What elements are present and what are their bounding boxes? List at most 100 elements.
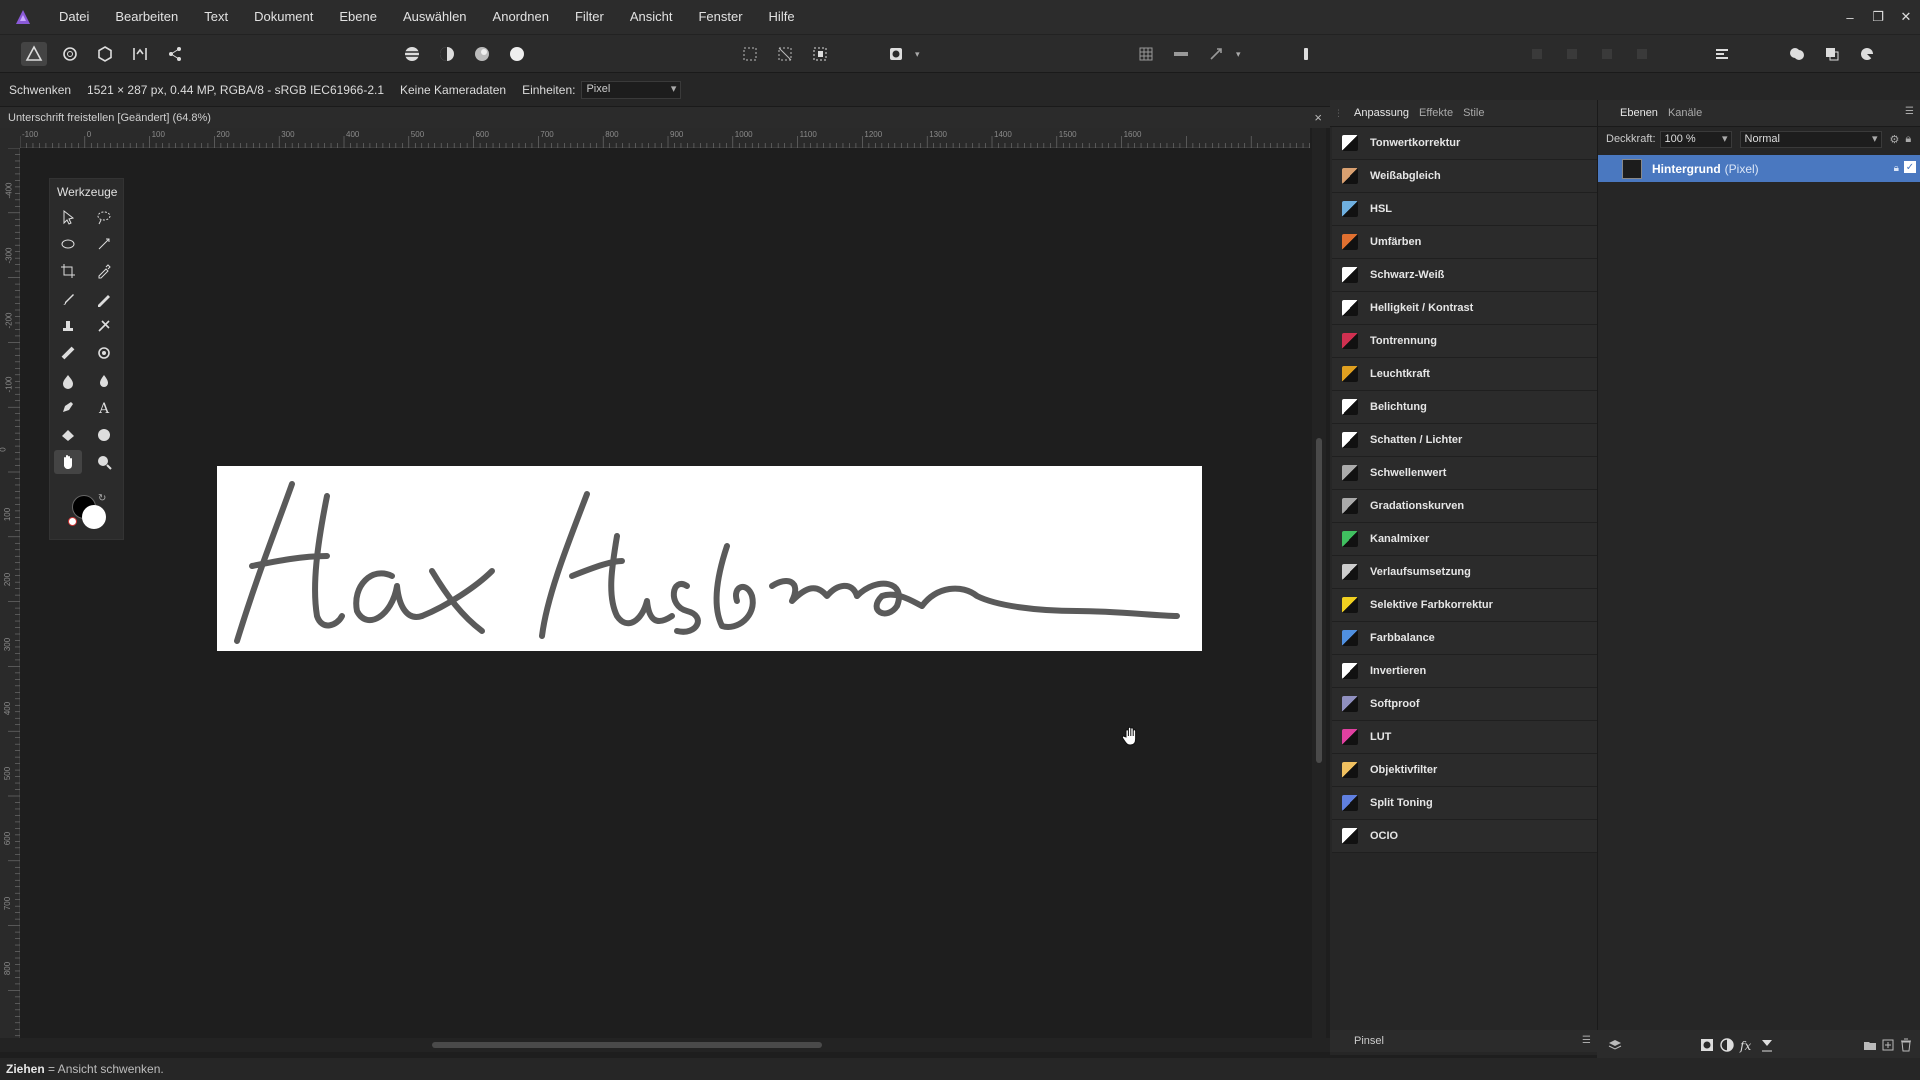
adjustment-item[interactable]: Tonwertkorrektur	[1332, 127, 1597, 160]
pixel-tool-icon[interactable]	[90, 287, 118, 311]
adjustment-item[interactable]: Objektivfilter	[1332, 754, 1597, 787]
red-eye-tool-icon[interactable]	[90, 341, 118, 365]
shape-tool-icon[interactable]	[90, 423, 118, 447]
adjustment-item[interactable]: Belichtung	[1332, 391, 1597, 424]
tab-styles[interactable]: Stile	[1463, 107, 1484, 119]
layer-stack-icon[interactable]	[1607, 1037, 1623, 1053]
fx-icon[interactable]: fx	[1739, 1037, 1755, 1053]
close-document-icon[interactable]: ×	[1314, 107, 1322, 129]
paint-brush-tool-icon[interactable]	[54, 287, 82, 311]
blur-brush-tool-icon[interactable]	[54, 369, 82, 393]
adjustment-item[interactable]: Kanalmixer	[1332, 523, 1597, 556]
export-persona-icon[interactable]	[162, 42, 188, 66]
units-select[interactable]: Pixel	[581, 80, 682, 99]
affinity-logo-icon[interactable]	[0, 0, 46, 34]
select-all-icon[interactable]	[737, 42, 763, 66]
brush-panel-bar[interactable]: Pinsel ☰	[1330, 1030, 1597, 1052]
auto-contrast-icon[interactable]	[434, 42, 460, 66]
restore-button[interactable]: ❐	[1864, 0, 1892, 34]
layer-lock-icon[interactable]: 🔒︎	[1894, 163, 1899, 174]
assistant-icon[interactable]	[1203, 42, 1229, 66]
auto-colors-icon[interactable]	[469, 42, 495, 66]
auto-levels-icon[interactable]	[399, 42, 425, 66]
menu-item-3[interactable]: Dokument	[241, 0, 326, 34]
opacity-field[interactable]: 100 %	[1659, 130, 1732, 148]
quick-mask-icon[interactable]	[883, 42, 909, 66]
delete-layer-icon[interactable]	[1898, 1037, 1914, 1053]
tab-layers[interactable]: Ebenen	[1620, 107, 1658, 119]
menu-item-5[interactable]: Auswählen	[390, 0, 480, 34]
group-layers-icon[interactable]	[1862, 1037, 1878, 1053]
adjustment-item[interactable]: LUT	[1332, 721, 1597, 754]
tone-mapping-persona-icon[interactable]	[127, 42, 153, 66]
align-icon[interactable]	[1709, 42, 1735, 66]
adjustment-item[interactable]: Schwellenwert	[1332, 457, 1597, 490]
color-swatches[interactable]: ↻	[68, 491, 114, 533]
adjustment-item[interactable]: Softproof	[1332, 688, 1597, 721]
vertical-scrollbar[interactable]	[1312, 128, 1326, 1038]
adjustment-item[interactable]: Leuchtkraft	[1332, 358, 1597, 391]
adjustment-item[interactable]: Gradationskurven	[1332, 490, 1597, 523]
context-help-icon[interactable]	[1293, 42, 1319, 66]
develop-persona-icon[interactable]	[92, 42, 118, 66]
boolean-add-icon[interactable]	[1784, 42, 1810, 66]
assistant-dropdown-icon[interactable]: ▾	[1236, 49, 1241, 60]
menu-item-4[interactable]: Ebene	[326, 0, 390, 34]
adjustment-item[interactable]: Schwarz-Weiß	[1332, 259, 1597, 292]
adjustment-item[interactable]: Tontrennung	[1332, 325, 1597, 358]
document-image[interactable]	[217, 466, 1202, 651]
arrange-front-icon[interactable]	[1629, 42, 1655, 66]
selection-brush-tool-icon[interactable]	[90, 205, 118, 229]
menu-item-9[interactable]: Fenster	[685, 0, 755, 34]
horizontal-scrollbar[interactable]	[0, 1038, 1330, 1052]
menu-item-6[interactable]: Anordnen	[480, 0, 562, 34]
adjustment-item[interactable]: Verlaufsumsetzung	[1332, 556, 1597, 589]
invert-selection-icon[interactable]	[807, 42, 833, 66]
close-window-button[interactable]: ✕	[1892, 0, 1920, 34]
boolean-subtract-icon[interactable]	[1819, 42, 1845, 66]
layer-visibility-checkbox[interactable]: ✓	[1904, 161, 1916, 173]
color-picker-tool-icon[interactable]	[90, 259, 118, 283]
flood-select-tool-icon[interactable]	[90, 232, 118, 256]
panel-menu-icon[interactable]: ☰	[1905, 106, 1914, 117]
menu-item-1[interactable]: Bearbeiten	[102, 0, 191, 34]
quick-mask-dropdown-icon[interactable]: ▾	[915, 49, 920, 60]
brush-panel-menu-icon[interactable]: ☰	[1582, 1030, 1591, 1052]
zoom-tool-icon[interactable]	[90, 450, 118, 474]
healing-brush-tool-icon[interactable]	[54, 341, 82, 365]
arrange-backward-icon[interactable]	[1559, 42, 1585, 66]
no-color-icon[interactable]	[68, 517, 77, 526]
menu-item-10[interactable]: Hilfe	[756, 0, 808, 34]
boolean-intersect-icon[interactable]	[1854, 42, 1880, 66]
dodge-burn-tool-icon[interactable]	[90, 314, 118, 338]
live-filter-icon[interactable]	[1759, 1037, 1775, 1053]
tab-channels[interactable]: Kanäle	[1668, 107, 1702, 119]
horizontal-scroll-thumb[interactable]	[432, 1042, 822, 1048]
adjustment-item[interactable]: Helligkeit / Kontrast	[1332, 292, 1597, 325]
adjustment-item[interactable]: Split Toning	[1332, 787, 1597, 820]
arrange-forward-icon[interactable]	[1594, 42, 1620, 66]
view-tool-icon[interactable]	[54, 450, 82, 474]
canvas-area[interactable]	[20, 148, 1310, 1038]
move-tool-icon[interactable]	[54, 205, 82, 229]
crop-tool-icon[interactable]	[54, 259, 82, 283]
deselect-icon[interactable]	[772, 42, 798, 66]
mask-layer-icon[interactable]	[1699, 1037, 1715, 1053]
marquee-tool-icon[interactable]	[54, 232, 82, 256]
adjustment-item[interactable]: Selektive Farbkorrektur	[1332, 589, 1597, 622]
swap-colors-icon[interactable]: ↻	[98, 493, 106, 504]
adjustment-item[interactable]: Umfärben	[1332, 226, 1597, 259]
secondary-color-swatch[interactable]	[82, 505, 106, 529]
layer-settings-icon[interactable]: ⚙	[1890, 133, 1900, 146]
menu-item-7[interactable]: Filter	[562, 0, 617, 34]
blend-mode-select[interactable]: Normal	[1739, 130, 1882, 148]
adjustment-item[interactable]: Invertieren	[1332, 655, 1597, 688]
fill-tool-icon[interactable]	[54, 423, 82, 447]
pen-tool-icon[interactable]	[54, 395, 82, 419]
minimize-button[interactable]: –	[1836, 0, 1864, 34]
photo-persona-icon[interactable]	[21, 42, 47, 66]
adjustment-layer-icon[interactable]	[1719, 1037, 1735, 1053]
lock-icon[interactable]: 🔒︎	[1905, 133, 1911, 146]
adjustment-item[interactable]: OCIO	[1332, 820, 1597, 853]
snapping-icon[interactable]	[1168, 42, 1194, 66]
